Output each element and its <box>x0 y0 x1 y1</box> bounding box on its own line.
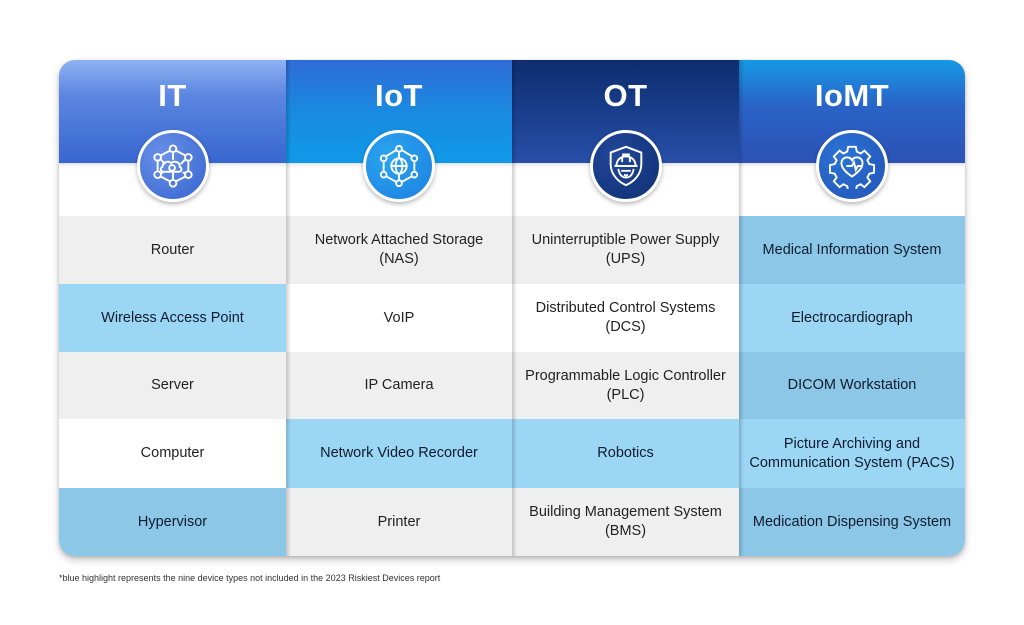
table-cell: VoIP <box>286 284 512 352</box>
table-cell: Distributed Control Systems (DCS) <box>512 284 739 352</box>
shield-hardhat-gear-icon <box>589 130 662 202</box>
device-types-table: IT Router Wireless Access Point Server C… <box>59 60 965 556</box>
table-cell: Router <box>59 216 286 284</box>
table-cell: Server <box>59 352 286 419</box>
column-it: IT Router Wireless Access Point Server C… <box>59 60 286 556</box>
table-cell-highlighted: Wireless Access Point <box>59 284 286 352</box>
table-cell-highlighted: Hypervisor <box>59 488 286 556</box>
gear-heartbeat-icon <box>816 130 888 202</box>
column-title: IT <box>158 78 187 113</box>
table-cell: Programmable Logic Controller (PLC) <box>512 352 739 419</box>
column-title: IoMT <box>814 78 890 113</box>
column-iomt: IoMT Medical Information System Electroc… <box>739 60 965 556</box>
table-cell-highlighted: Medication Dispensing System <box>739 488 965 556</box>
table-cell: Printer <box>286 488 512 556</box>
table-cell-highlighted: Medical Information System <box>739 216 965 284</box>
table-cell: Computer <box>59 419 286 488</box>
table-cell-highlighted: Picture Archiving and Communication Syst… <box>739 419 965 488</box>
network-hub-icon <box>136 130 209 202</box>
table-cell: Network Attached Storage (NAS) <box>286 216 512 284</box>
column-title: OT <box>603 78 648 113</box>
column-ot: OT Uninterruptible Power Supply (UPS) Di… <box>512 60 739 556</box>
table-cell-highlighted: Electrocardiograph <box>739 284 965 352</box>
table-cell: IP Camera <box>286 352 512 419</box>
column-iot: IoT Network Attached Storage (NAS) VoIP … <box>286 60 512 556</box>
footnote: *blue highlight represents the nine devi… <box>59 573 441 583</box>
table-cell-highlighted: DICOM Workstation <box>739 352 965 419</box>
table-cell: Uninterruptible Power Supply (UPS) <box>512 216 739 284</box>
table-cell: Building Management System (BMS) <box>512 488 739 556</box>
table-cell-highlighted: Robotics <box>512 419 739 488</box>
table-cell-highlighted: Network Video Recorder <box>286 419 512 488</box>
globe-network-icon <box>363 130 435 202</box>
column-title: IoT <box>375 78 423 113</box>
